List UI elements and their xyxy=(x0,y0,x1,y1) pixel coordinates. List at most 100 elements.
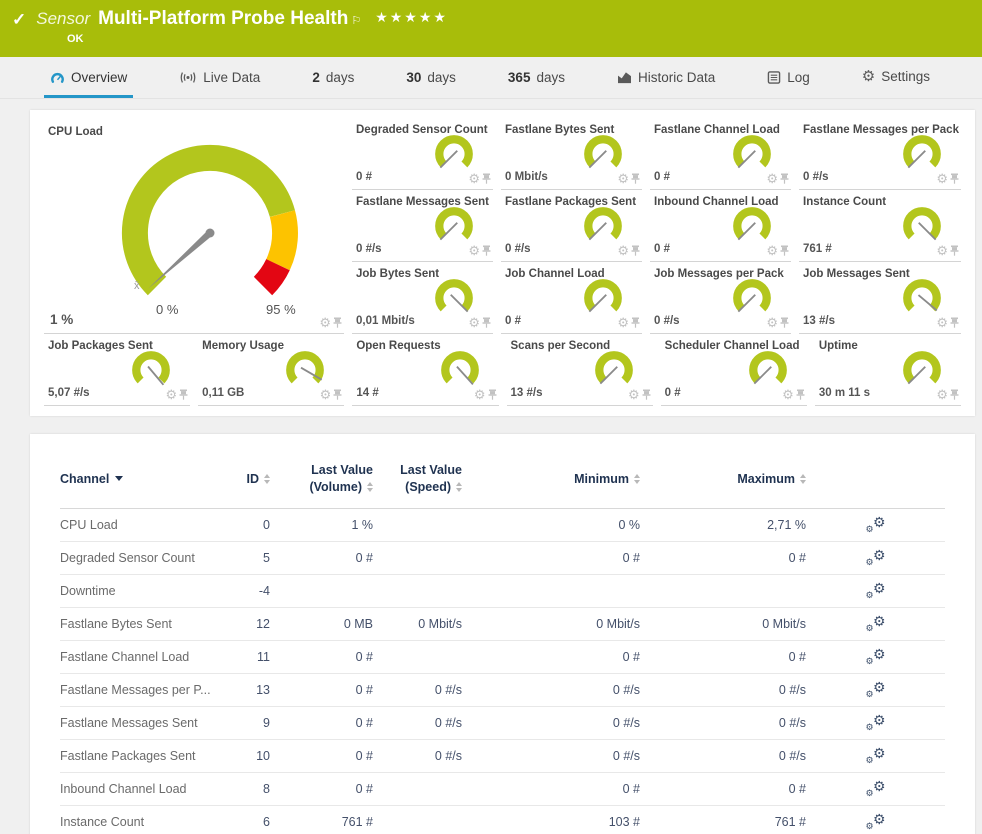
channel-name: Degraded Sensor Count xyxy=(60,551,225,565)
pin-icon[interactable] xyxy=(333,317,342,328)
gear-icon: ⚙ xyxy=(862,67,875,85)
gear-icon[interactable]: ⚙ xyxy=(936,172,948,185)
pin-icon[interactable] xyxy=(780,245,789,256)
pin-icon[interactable] xyxy=(631,245,640,256)
priority-stars[interactable]: ★★★★★ xyxy=(375,9,448,26)
gauge-cell: Scheduler Channel Load 0 # ⚙ xyxy=(661,334,807,406)
pin-icon[interactable] xyxy=(950,245,959,256)
channel-settings-gears-icon[interactable]: ⚙⚙ xyxy=(866,648,886,666)
channel-settings-gears-icon[interactable]: ⚙⚙ xyxy=(866,615,886,633)
gauge-cell: Instance Count 761 # ⚙ xyxy=(799,190,961,262)
channel-settings-gears-icon[interactable]: ⚙⚙ xyxy=(866,747,886,765)
tab-overview[interactable]: Overview xyxy=(44,62,133,98)
sensor-banner: ✓ Sensor Multi-Platform Probe Health ⚐ ★… xyxy=(0,0,982,57)
channel-settings-gears-icon[interactable]: ⚙⚙ xyxy=(866,516,886,534)
table-header-row: Channel ID Last Value (Volume) Last Valu… xyxy=(60,456,945,509)
tab-historic-data[interactable]: Historic Data xyxy=(611,62,721,98)
gear-icon[interactable]: ⚙ xyxy=(766,172,778,185)
tab-number: 30 xyxy=(406,70,421,85)
column-header-id[interactable]: ID xyxy=(225,472,270,486)
gear-icon[interactable]: ⚙ xyxy=(166,388,178,401)
gear-icon[interactable]: ⚙ xyxy=(320,388,332,401)
flag-icon[interactable]: ⚐ xyxy=(351,14,361,27)
column-header-minimum[interactable]: Minimum xyxy=(462,472,640,486)
tab-log[interactable]: Log xyxy=(761,62,816,98)
gauge-cell: Fastlane Channel Load 0 # ⚙ xyxy=(650,118,791,190)
channel-settings-gears-icon[interactable]: ⚙⚙ xyxy=(866,780,886,798)
channel-settings-gears-icon[interactable]: ⚙⚙ xyxy=(866,582,886,600)
tab-30-days[interactable]: 30 days xyxy=(400,62,462,98)
channel-id: 9 xyxy=(225,716,270,730)
gear-icon[interactable]: ⚙ xyxy=(628,388,640,401)
channel-name: Fastlane Packages Sent xyxy=(60,749,225,763)
column-header-channel[interactable]: Channel xyxy=(60,472,225,486)
channel-name: Inbound Channel Load xyxy=(60,782,225,796)
tab-settings[interactable]: ⚙ Settings xyxy=(856,59,936,98)
tab-2-days[interactable]: 2 days xyxy=(306,62,360,98)
pin-icon[interactable] xyxy=(179,389,188,400)
pin-icon[interactable] xyxy=(950,173,959,184)
gauge-cell: Job Bytes Sent 0,01 Mbit/s ⚙ xyxy=(352,262,493,334)
last-value-volume: 1 % xyxy=(270,518,373,532)
gauge-cell: Fastlane Packages Sent 0 #/s ⚙ xyxy=(501,190,642,262)
channel-settings-gears-icon[interactable]: ⚙⚙ xyxy=(866,549,886,567)
gear-icon[interactable]: ⚙ xyxy=(766,244,778,257)
gauge-value: 0 #/s xyxy=(505,243,531,255)
live-signal-icon xyxy=(179,71,197,84)
tab-live-data[interactable]: Live Data xyxy=(173,62,266,98)
maximum-value: 761 # xyxy=(640,815,806,829)
tab-unit: days xyxy=(427,70,456,85)
gear-icon[interactable]: ⚙ xyxy=(936,316,948,329)
gear-icon[interactable]: ⚙ xyxy=(468,316,480,329)
last-value-volume: 0 # xyxy=(270,749,373,763)
pin-icon[interactable] xyxy=(482,173,491,184)
table-row: Fastlane Messages per P... 13 0 # 0 #/s … xyxy=(60,674,945,707)
gear-icon[interactable]: ⚙ xyxy=(782,388,794,401)
channel-id: 11 xyxy=(225,650,270,664)
maximum-value: 0 # xyxy=(640,650,806,664)
pin-icon[interactable] xyxy=(780,317,789,328)
gear-icon[interactable]: ⚙ xyxy=(468,172,480,185)
gauge-value: 0,01 Mbit/s xyxy=(356,315,415,327)
gear-icon[interactable]: ⚙ xyxy=(617,172,629,185)
gauge-value: 0 #/s xyxy=(803,171,829,183)
gear-icon[interactable]: ⚙ xyxy=(766,316,778,329)
pin-icon[interactable] xyxy=(631,317,640,328)
gauge-value: 14 # xyxy=(356,387,378,399)
tab-365-days[interactable]: 365 days xyxy=(502,62,571,98)
pin-icon[interactable] xyxy=(631,173,640,184)
pin-icon[interactable] xyxy=(780,173,789,184)
gear-icon[interactable]: ⚙ xyxy=(617,244,629,257)
pin-icon[interactable] xyxy=(488,389,497,400)
pin-icon[interactable] xyxy=(950,389,959,400)
pin-icon[interactable] xyxy=(796,389,805,400)
gear-icon[interactable]: ⚙ xyxy=(617,316,629,329)
pin-icon[interactable] xyxy=(482,317,491,328)
gauge-value: 0 # xyxy=(654,171,670,183)
gear-icon[interactable]: ⚙ xyxy=(936,388,948,401)
channel-name: Fastlane Messages Sent xyxy=(60,716,225,730)
minimum-value: 0 #/s xyxy=(462,749,640,763)
channel-settings-gears-icon[interactable]: ⚙⚙ xyxy=(866,714,886,732)
column-header-maximum[interactable]: Maximum xyxy=(640,472,806,486)
gear-icon[interactable]: ⚙ xyxy=(474,388,486,401)
channel-settings-gears-icon[interactable]: ⚙⚙ xyxy=(866,813,886,831)
channel-settings-gears-icon[interactable]: ⚙⚙ xyxy=(866,681,886,699)
gauge-cell: Job Messages Sent 13 #/s ⚙ xyxy=(799,262,961,334)
gauge-value: 761 # xyxy=(803,243,832,255)
pin-icon[interactable] xyxy=(950,317,959,328)
gauge-needle xyxy=(146,229,214,291)
pin-icon[interactable] xyxy=(482,245,491,256)
pin-icon[interactable] xyxy=(642,389,651,400)
column-header-last-value-volume[interactable]: Last Value (Volume) xyxy=(270,462,373,496)
gauge-value: 0 Mbit/s xyxy=(505,171,548,183)
gauge-cell: Fastlane Messages per Pack 0 #/s ⚙ xyxy=(799,118,961,190)
last-value-speed: 0 Mbit/s xyxy=(373,617,462,631)
pin-icon[interactable] xyxy=(333,389,342,400)
tab-number: 365 xyxy=(508,70,531,85)
column-header-last-value-speed[interactable]: Last Value (Speed) xyxy=(373,462,462,496)
gear-icon[interactable]: ⚙ xyxy=(936,244,948,257)
gear-icon[interactable]: ⚙ xyxy=(468,244,480,257)
cpu-load-gauge: x̄ 0 % 95 % xyxy=(90,138,330,324)
gear-icon[interactable]: ⚙ xyxy=(319,316,331,329)
